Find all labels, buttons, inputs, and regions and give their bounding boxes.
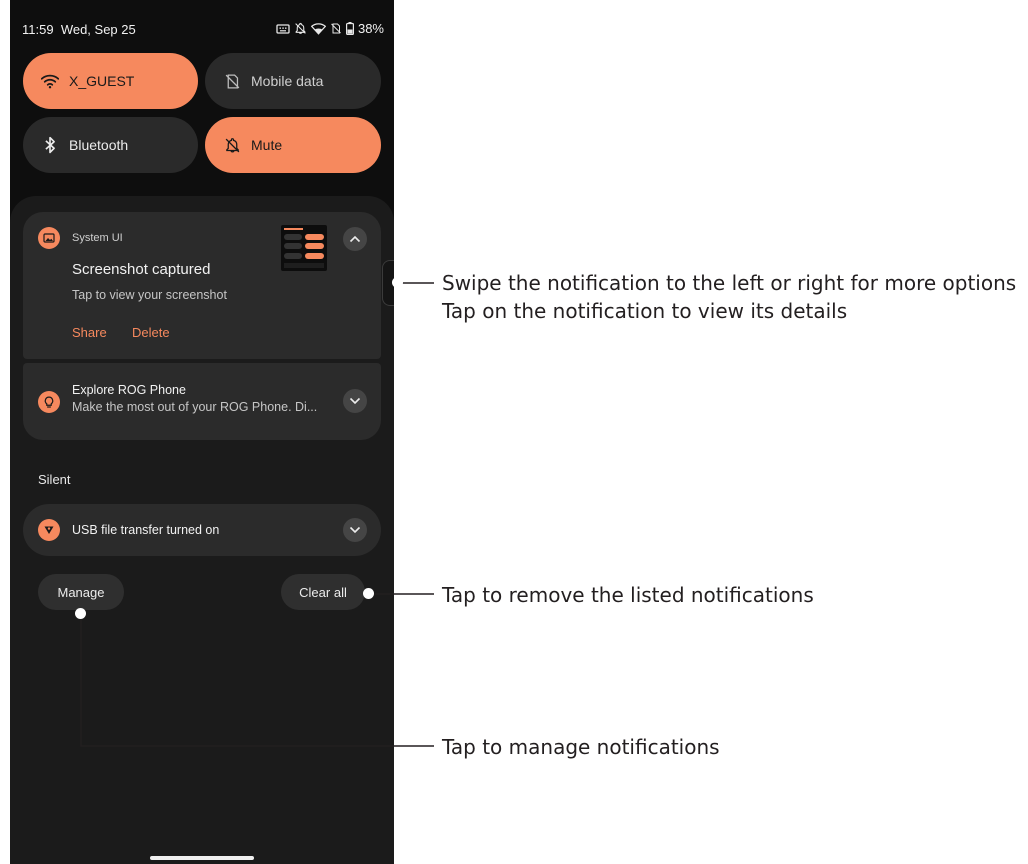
callout-manage-text: Tap to manage notifications	[442, 735, 720, 759]
callout-tap-details-text: Tap on the notification to view its deta…	[442, 299, 848, 323]
callout-clear-text: Tap to remove the listed notifications	[442, 583, 814, 607]
callout-dot-clear	[363, 588, 374, 599]
callout-dot-manage	[75, 608, 86, 619]
callout-swipe-text: Swipe the notification to the left or ri…	[442, 271, 1017, 295]
callout-dot-swipe	[392, 277, 403, 288]
